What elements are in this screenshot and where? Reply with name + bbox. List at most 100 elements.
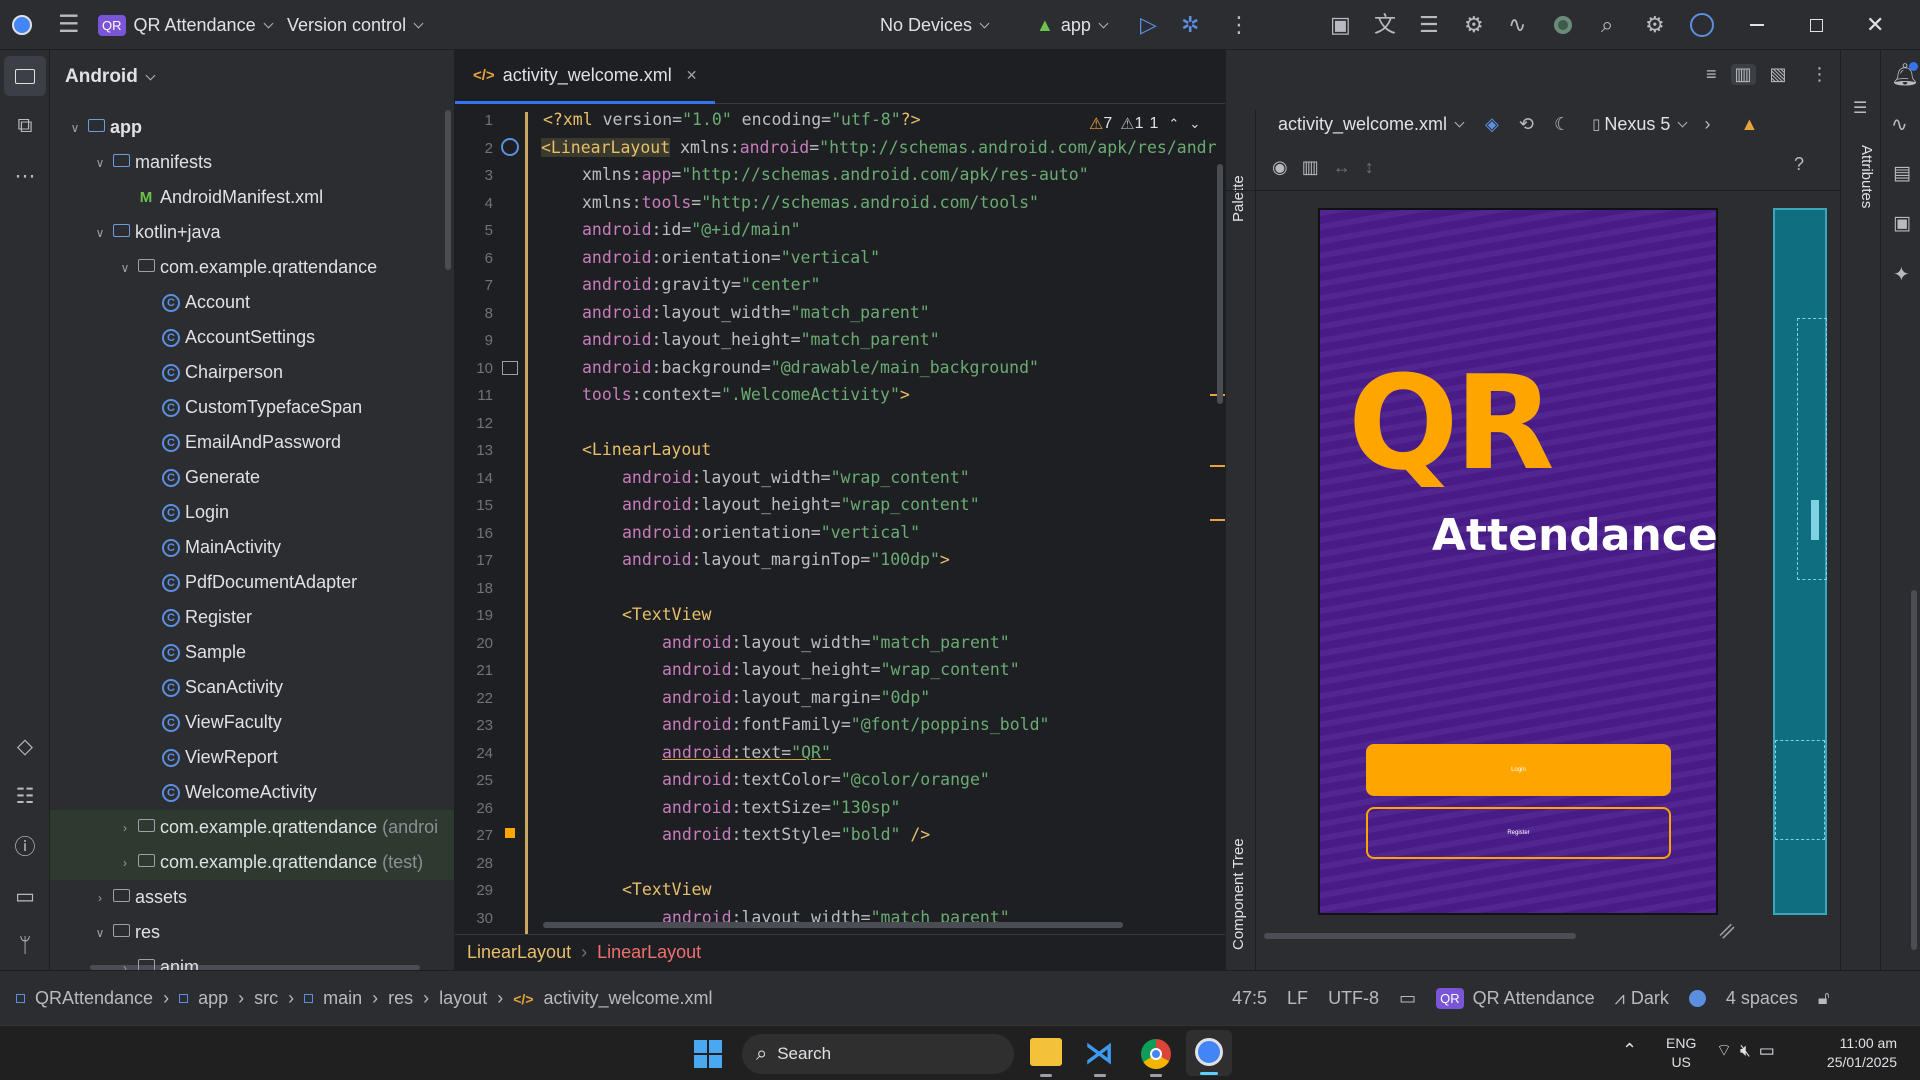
device-explorer-icon[interactable]: ▤ (1893, 162, 1911, 185)
maximize-button[interactable] (1810, 0, 1823, 50)
tree-item-anim[interactable]: › anim (50, 950, 454, 970)
system-tray-icons[interactable]: ⌔ 🔇︎ ▭ (1716, 1040, 1775, 1061)
code-area[interactable]: 1 2 3 4 5 6 7 8 9 10 11 12 13 14 15 16 1… (455, 104, 1225, 934)
phone-preview[interactable]: QR Attendance Login Register (1318, 208, 1718, 915)
previous-highlight-icon[interactable]: ⌃ (1168, 116, 1179, 132)
resize-handle-icon[interactable]: ═ (1712, 916, 1741, 945)
tree-item-class[interactable]: C ViewFaculty (50, 705, 454, 740)
tree-item-class[interactable]: C MainActivity (50, 530, 454, 565)
structure-button[interactable]: ☰ (1419, 0, 1439, 50)
design-vscrollbar[interactable] (1911, 590, 1917, 950)
preview-register-button[interactable]: Register (1366, 807, 1671, 859)
chevron-right-icon[interactable]: › (1704, 114, 1710, 135)
attributes-toggle-icon[interactable]: ☰ (1853, 98, 1867, 118)
path-item[interactable]: QRAttendance (35, 988, 153, 1009)
device-manager-button[interactable]: ▣ (1330, 0, 1351, 50)
project-view-selector[interactable]: Android (65, 50, 156, 104)
tree-item-androidmanifest[interactable]: M AndroidManifest.xml (50, 180, 454, 215)
run-button[interactable]: ▷ (1140, 0, 1157, 50)
tree-item-class[interactable]: C CustomTypefaceSpan (50, 390, 454, 425)
resize-horizontal-icon[interactable]: ↔ (1333, 157, 1351, 178)
search-button[interactable]: ⌕ (1601, 0, 1613, 50)
path-item[interactable]: activity_welcome.xml (543, 988, 712, 1009)
project-tool-button[interactable] (4, 56, 46, 96)
android-studio-taskbar-button[interactable] (1186, 1030, 1232, 1076)
blueprint-preview[interactable] (1773, 208, 1827, 915)
orientation-icon[interactable]: ⟲ (1519, 114, 1534, 135)
problems-button[interactable]: ⓘ (0, 826, 50, 866)
tree-item-package-test[interactable]: › com.example.qrattendance (test) (50, 845, 454, 880)
tree-item-class[interactable]: C EmailAndPassword (50, 425, 454, 460)
translate-button[interactable]: 文 (1374, 0, 1396, 50)
more-vertical-icon[interactable]: ⋮ (1811, 64, 1829, 85)
project-widget[interactable]: QR QR Attendance (1436, 988, 1595, 1009)
tree-item-class[interactable]: C Generate (50, 460, 454, 495)
path-item[interactable]: app (198, 988, 228, 1009)
more-actions-button[interactable]: ⋮ (1228, 0, 1250, 50)
device-label[interactable]: Nexus 5 (1604, 114, 1670, 135)
blueprint-toggle-icon[interactable]: ▥ (1302, 157, 1319, 178)
breadcrumb-item[interactable]: LinearLayout (467, 942, 571, 963)
gemini-tool-button[interactable]: ◇ (0, 726, 50, 766)
warning-marker[interactable] (1210, 519, 1225, 521)
line-separator[interactable]: LF (1287, 988, 1308, 1009)
file-encoding[interactable]: UTF-8 (1328, 988, 1379, 1009)
minimize-button[interactable] (1750, 0, 1764, 50)
tree-item-res[interactable]: ∨ res (50, 915, 454, 950)
tree-item-assets[interactable]: › assets (50, 880, 454, 915)
editor-tab-activity-welcome[interactable]: </> activity_welcome.xml ✕ (455, 50, 716, 104)
warning-marker[interactable] (1210, 465, 1225, 467)
logcat-button[interactable]: ☷ (0, 776, 50, 816)
terminal-button[interactable]: ▭ (0, 876, 50, 916)
editor-hscrollbar[interactable] (543, 922, 1123, 928)
tree-item-class[interactable]: C AccountSettings (50, 320, 454, 355)
more-tools-button[interactable]: ⋯ (0, 156, 50, 196)
tree-item-package-androidtest[interactable]: › com.example.qrattendance (androi (50, 810, 454, 845)
windows-start-icon[interactable] (694, 1040, 722, 1068)
layout-preview-gutter-icon[interactable] (501, 138, 519, 156)
tree-item-manifests[interactable]: ∨ manifests (50, 145, 454, 180)
chrome-icon[interactable] (1141, 1039, 1171, 1069)
tree-item-class[interactable]: C Account (50, 285, 454, 320)
reader-mode-icon[interactable]: ▭ (1399, 988, 1416, 1009)
palette-tab[interactable]: Palette (1230, 175, 1247, 222)
tree-item-class[interactable]: C ScanActivity (50, 670, 454, 705)
resource-manager-button[interactable]: ⧉ (0, 106, 50, 146)
warning-icon[interactable]: ▲ (1740, 114, 1758, 135)
tree-item-class[interactable]: C Login (50, 495, 454, 530)
inspection-widget[interactable]: ⚠ 7 ⚠ 1 1 ⌃ ⌄ (1083, 112, 1201, 136)
component-tree-tab[interactable]: Component Tree (1230, 838, 1247, 950)
tree-item-class[interactable]: C PdfDocumentAdapter (50, 565, 454, 600)
path-item[interactable]: layout (439, 988, 487, 1009)
design-hscrollbar[interactable] (1264, 933, 1576, 939)
code-view-icon[interactable]: ≡ (1706, 64, 1717, 85)
night-mode-icon[interactable]: ☾ (1554, 114, 1570, 135)
design-surface-icon[interactable]: ◈ (1485, 114, 1499, 135)
theme-widget[interactable]: ⩘ Dark (1615, 988, 1669, 1009)
run-config-selector[interactable]: ▲ app (1036, 0, 1109, 50)
sdk-manager-button[interactable]: ⚙ (1464, 0, 1484, 50)
vscode-icon[interactable]: ⋊ (1084, 1036, 1114, 1071)
account-button[interactable] (1690, 0, 1714, 50)
debug-button[interactable]: ✲ (1181, 0, 1199, 50)
path-item[interactable]: res (388, 988, 413, 1009)
close-tab-icon[interactable]: ✕ (686, 67, 698, 84)
tree-item-class[interactable]: C ViewReport (50, 740, 454, 775)
emulator-icon[interactable]: ▣ (1893, 212, 1911, 235)
editor-vscrollbar[interactable] (1217, 164, 1223, 404)
tray-overflow-icon[interactable]: ⌃ (1622, 1040, 1637, 1061)
path-item[interactable]: src (254, 988, 278, 1009)
running-devices-icon[interactable]: ∿ (1891, 112, 1908, 137)
android-studio-logo-icon[interactable] (12, 0, 32, 50)
tree-item-kotlin-java[interactable]: ∨ kotlin+java (50, 215, 454, 250)
help-icon[interactable]: ? (1794, 154, 1804, 175)
breadcrumb-item[interactable]: LinearLayout (597, 942, 701, 963)
path-item[interactable]: main (323, 988, 362, 1009)
attributes-tab[interactable]: Attributes (1858, 145, 1875, 208)
device-selector[interactable]: No Devices (880, 0, 990, 50)
settings-button[interactable]: ⚙ (1645, 0, 1665, 50)
lock-open-icon[interactable]: 🔓︎ (1818, 988, 1830, 1009)
resize-vertical-icon[interactable]: ↕ (1365, 157, 1374, 178)
eye-icon[interactable]: ◉ (1272, 157, 1288, 178)
tree-item-class[interactable]: C WelcomeActivity (50, 775, 454, 810)
